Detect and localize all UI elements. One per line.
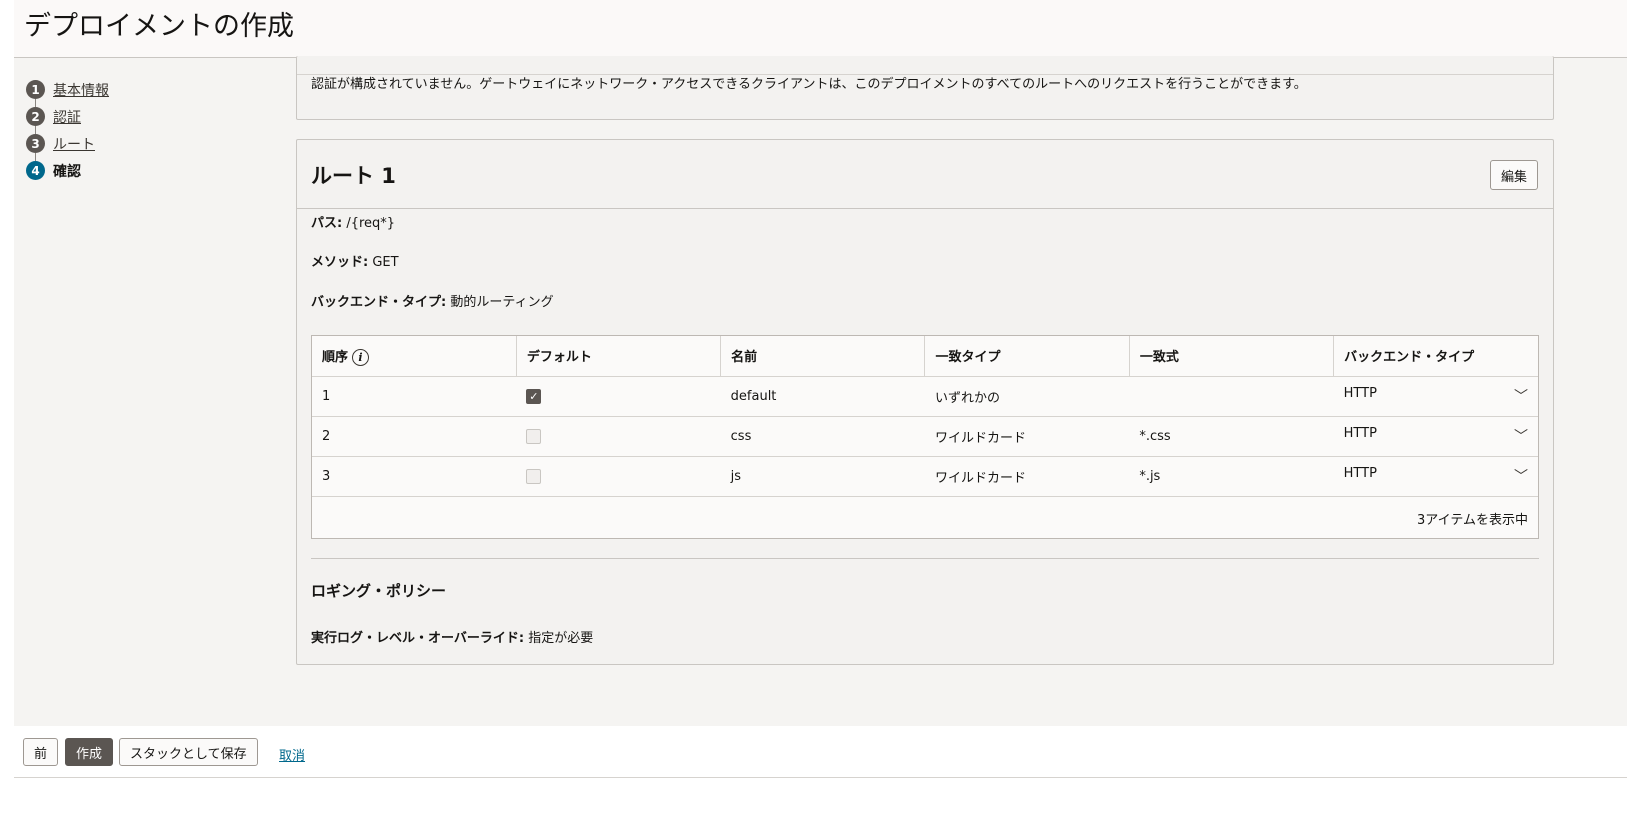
cell-backend-type: HTTP ﹀ (1333, 376, 1538, 417)
step-number: 2 (26, 107, 45, 126)
backend-type-value: 動的ルーティング (450, 295, 554, 310)
table-row: 2 css ワイルドカード *.css HTTP ﹀ (312, 416, 1538, 457)
method-label: メソッド: (311, 255, 369, 270)
cell-backend-type: HTTP ﹀ (1333, 416, 1538, 457)
cell-match-expression: *.js (1129, 456, 1334, 497)
step-connector (35, 153, 36, 161)
edit-button[interactable]: 編集 (1490, 160, 1538, 190)
column-header-default: デフォルト (516, 336, 722, 377)
wizard-steps: 1 基本情報 2 認証 3 ルート 4 確認 (26, 76, 109, 184)
cell-match-type: ワイルドカード (924, 416, 1130, 457)
log-level-label: 実行ログ・レベル・オーバーライド: (311, 631, 525, 646)
cell-match-type: いずれかの (924, 376, 1130, 417)
step-label-routes[interactable]: ルート (53, 134, 95, 154)
step-label-authentication[interactable]: 認証 (53, 107, 81, 127)
previous-button[interactable]: 前 (23, 738, 59, 766)
column-header-backend-type: バックエンド・タイプ (1333, 336, 1538, 377)
chevron-down-icon[interactable]: ﹀ (1514, 426, 1528, 446)
default-checkbox[interactable] (526, 428, 542, 444)
chevron-down-icon[interactable]: ﹀ (1514, 466, 1528, 486)
step-connector (35, 99, 36, 107)
cancel-link[interactable]: 取消 (279, 745, 305, 764)
step-number-active: 4 (26, 161, 45, 180)
step-number: 1 (26, 80, 45, 99)
step-authentication[interactable]: 2 認証 (26, 103, 109, 134)
cell-default (516, 416, 721, 457)
default-checkbox[interactable]: ✓ (526, 388, 542, 404)
column-header-order: 順序 i (312, 336, 517, 377)
column-header-match-type: 一致タイプ (924, 336, 1130, 377)
cell-name: css (720, 416, 925, 457)
cell-name: default (720, 376, 925, 417)
log-level-value: 指定が必要 (528, 631, 594, 646)
table-row: 3 js ワイルドカード *.js HTTP ﹀ (312, 456, 1538, 497)
cell-order: 1 (312, 376, 517, 417)
step-review: 4 確認 (26, 157, 109, 184)
title-bar: デプロイメントの作成 (14, 0, 1627, 58)
table-item-count: 3アイテムを表示中 (1417, 513, 1528, 528)
default-checkbox[interactable] (526, 468, 542, 484)
cell-order: 2 (312, 416, 517, 457)
step-connector (35, 126, 36, 134)
authentication-panel: 認証が構成されていません。ゲートウェイにネットワーク・アクセスできるクライアント… (296, 56, 1554, 120)
backend-type-field: バックエンド・タイプ: 動的ルーティング (311, 291, 554, 310)
auth-message: 認証が構成されていません。ゲートウェイにネットワーク・アクセスできるクライアント… (311, 77, 1307, 92)
divider (311, 558, 1539, 559)
cell-order: 3 (312, 456, 517, 497)
cell-name: js (720, 456, 925, 497)
path-label: パス: (311, 216, 343, 231)
save-as-stack-button[interactable]: スタックとして保存 (119, 738, 258, 766)
column-header-name: 名前 (720, 336, 926, 377)
cell-default (516, 456, 721, 497)
wizard-footer: 前 作成 スタックとして保存 取消 (14, 726, 1627, 778)
cell-match-type: ワイルドカード (924, 456, 1130, 497)
method-value: GET (372, 255, 399, 270)
divider (297, 208, 1553, 209)
cell-match-expression (1129, 376, 1334, 417)
route-title: ルート 1 (311, 164, 396, 188)
cell-backend-type: HTTP ﹀ (1333, 456, 1538, 497)
route-panel: ルート 1 編集 パス: /{req*} メソッド: GET バックエンド・タイ… (296, 139, 1554, 665)
column-header-match-expression: 一致式 (1129, 336, 1335, 377)
cell-match-expression: *.css (1129, 416, 1334, 457)
step-basic-info[interactable]: 1 基本情報 (26, 76, 109, 107)
routing-rules-table: 順序 i デフォルト 名前 一致タイプ 一致式 バックエンド・タイプ 1 ✓ de… (311, 335, 1539, 539)
step-label-review: 確認 (53, 163, 81, 180)
step-routes[interactable]: 3 ルート (26, 130, 109, 161)
backend-type-label: バックエンド・タイプ: (311, 295, 447, 310)
cell-default: ✓ (516, 376, 721, 417)
chevron-down-icon[interactable]: ﹀ (1514, 386, 1528, 406)
page-title: デプロイメントの作成 (24, 11, 294, 42)
table-row: 1 ✓ default いずれかの HTTP ﹀ (312, 376, 1538, 417)
step-label-basic-info[interactable]: 基本情報 (53, 80, 109, 100)
table-header-row: 順序 i デフォルト 名前 一致タイプ 一致式 バックエンド・タイプ (312, 336, 1538, 377)
path-field: パス: /{req*} (311, 212, 395, 231)
path-value: /{req*} (346, 216, 396, 231)
log-level-field: 実行ログ・レベル・オーバーライド: 指定が必要 (311, 627, 593, 646)
info-icon[interactable]: i (352, 348, 370, 366)
step-number: 3 (26, 134, 45, 153)
create-button[interactable]: 作成 (65, 738, 114, 766)
method-field: メソッド: GET (311, 251, 399, 270)
logging-policy-title: ロギング・ポリシー (311, 582, 447, 600)
